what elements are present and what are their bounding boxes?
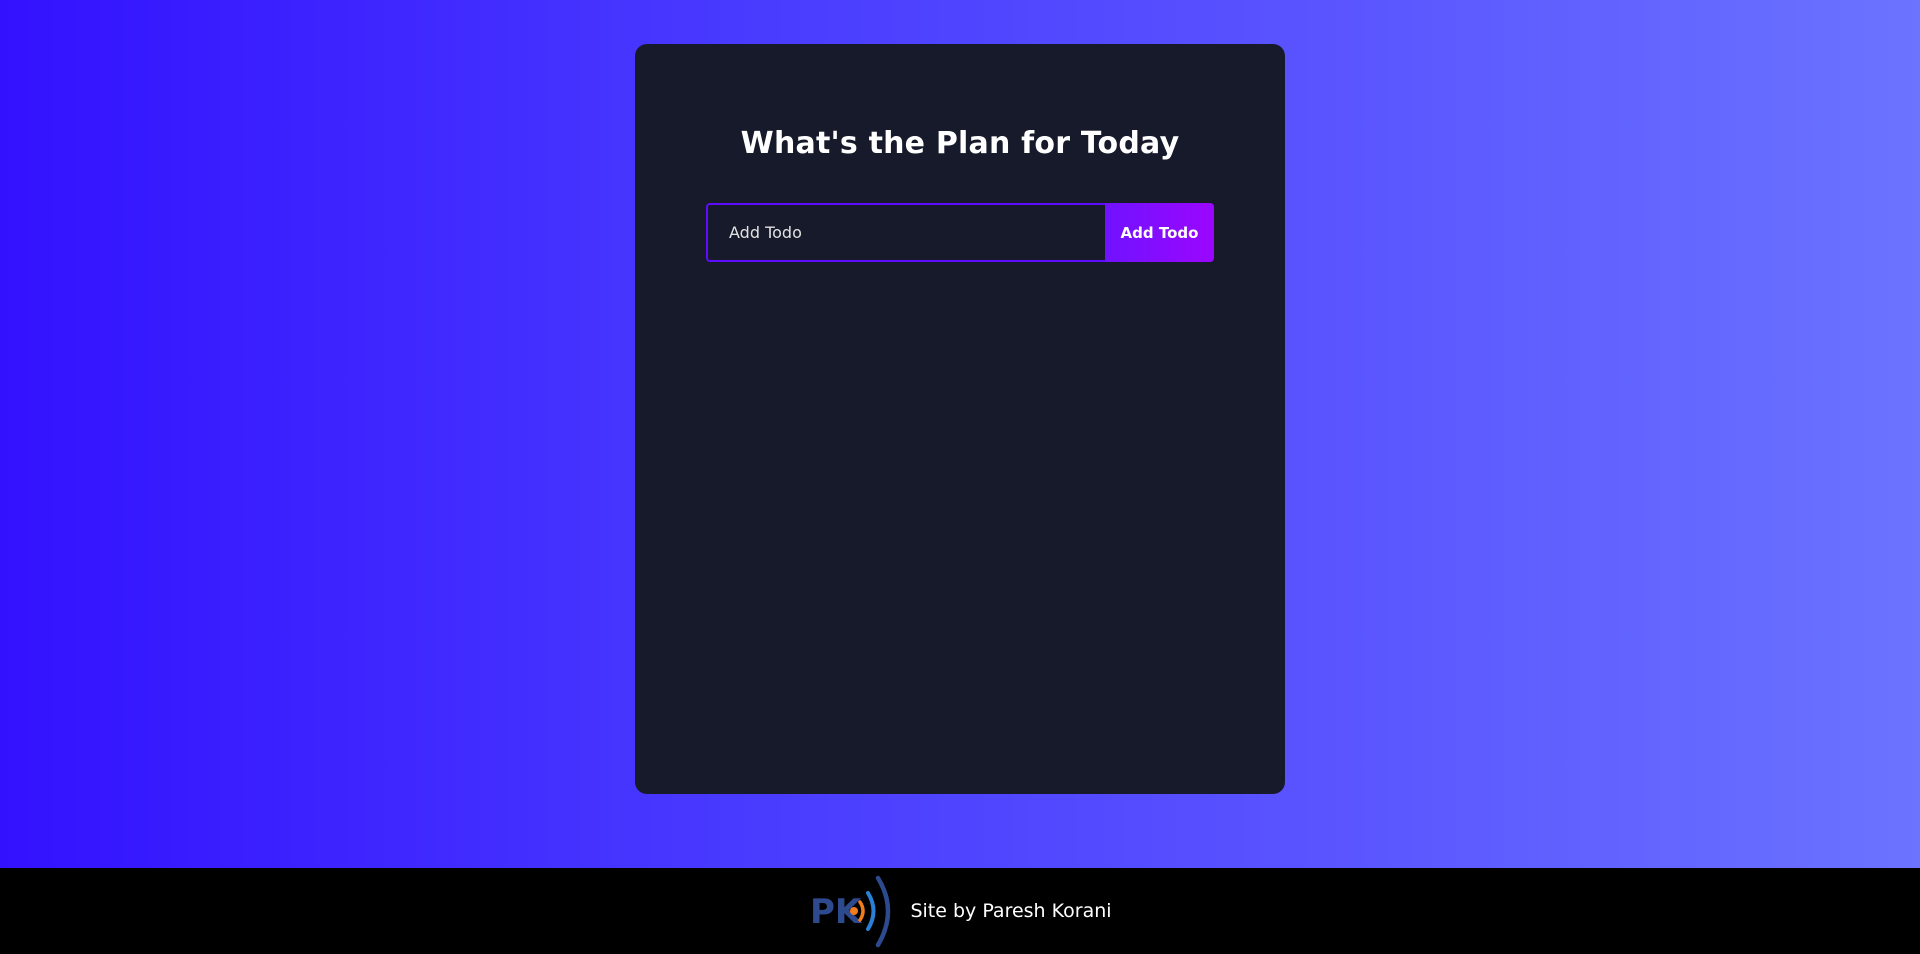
page-title: What's the Plan for Today xyxy=(740,126,1180,161)
broadcast-signal-icon xyxy=(850,875,891,948)
todo-app-card: What's the Plan for Today Add Todo xyxy=(635,44,1285,794)
footer-credit: Site by Paresh Korani xyxy=(910,900,1112,922)
main-area: What's the Plan for Today Add Todo xyxy=(0,0,1920,868)
todo-form: Add Todo xyxy=(706,203,1214,262)
footer: PK Site by Paresh Korani xyxy=(0,868,1920,954)
add-todo-button[interactable]: Add Todo xyxy=(1105,203,1214,262)
todo-input[interactable] xyxy=(706,203,1105,262)
pk-logo[interactable]: PK xyxy=(808,871,904,951)
